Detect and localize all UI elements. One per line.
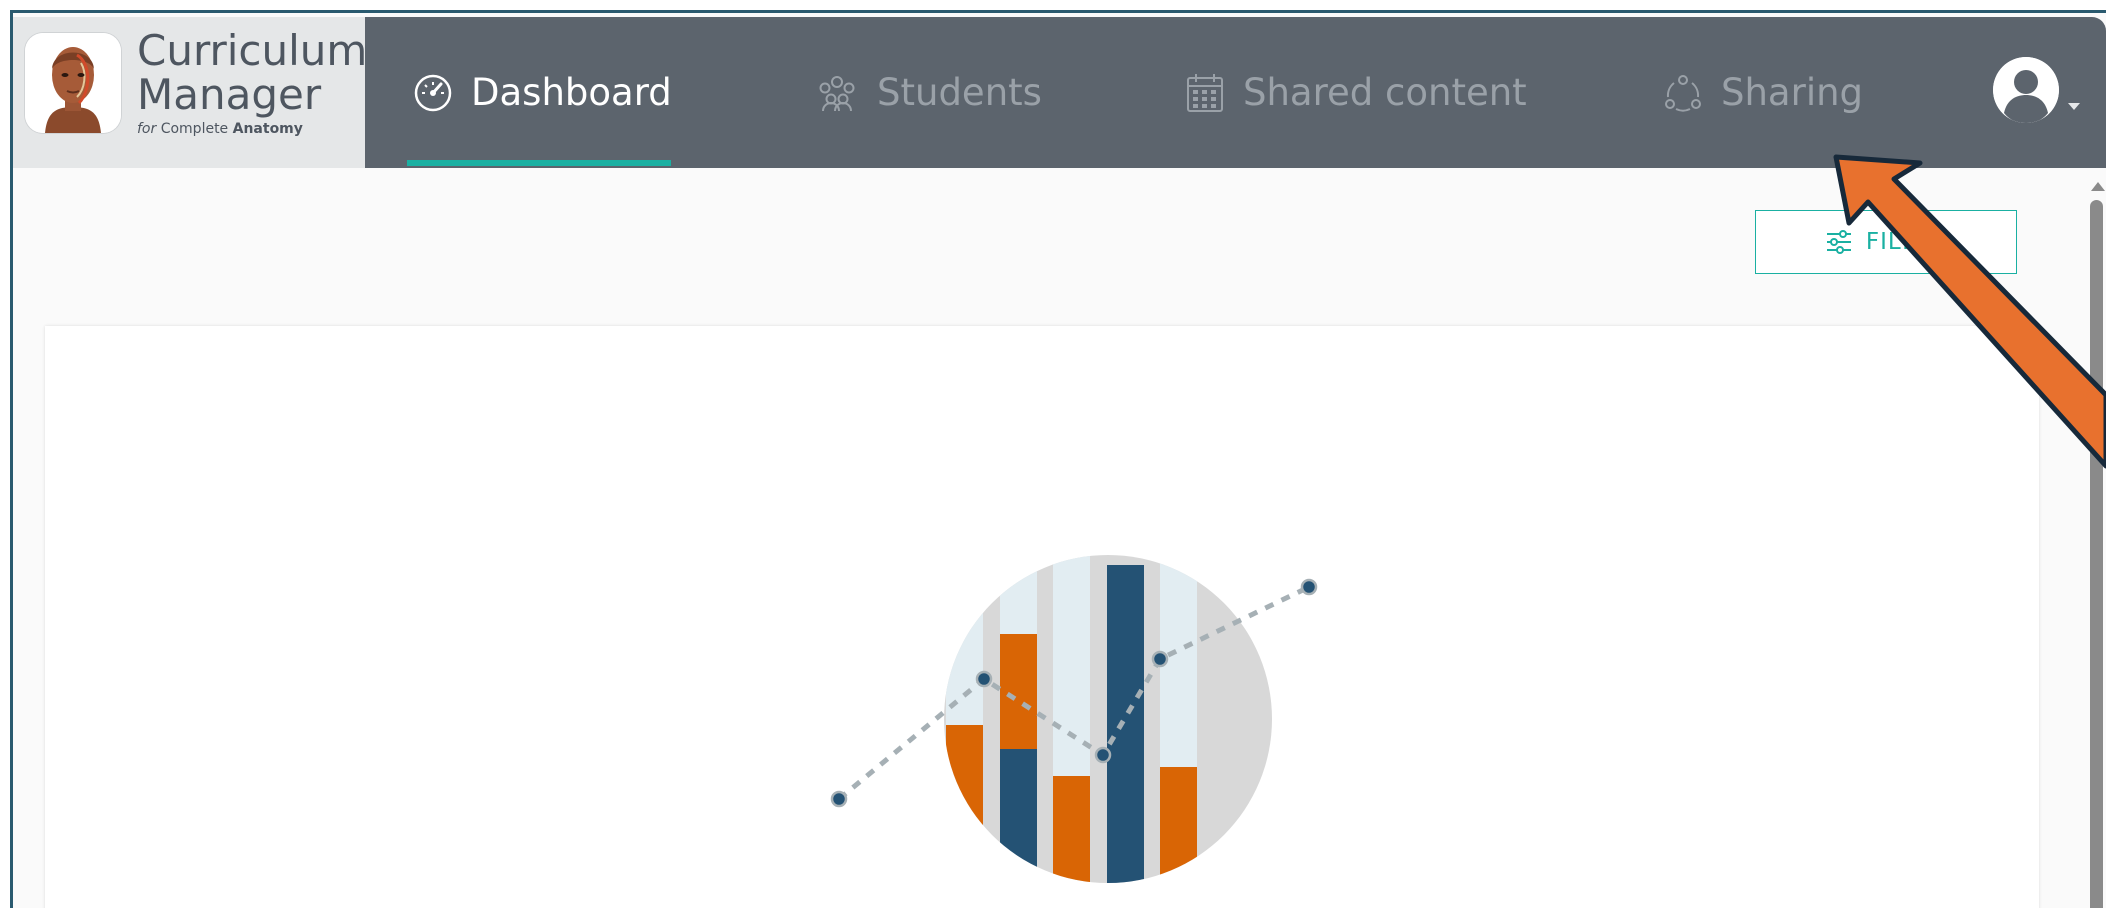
app-title-line-2: Manager: [137, 70, 322, 119]
tab-students[interactable]: Students: [815, 17, 1042, 168]
app-subtitle: for Complete Anatomy: [137, 121, 303, 137]
complete-anatomy-logo-icon: [25, 33, 121, 133]
sliders-icon: [1826, 230, 1851, 254]
tab-dashboard-label: Dashboard: [471, 71, 672, 114]
app-title: Curriculum Manager: [137, 29, 367, 117]
tab-shared-content-label: Shared content: [1243, 71, 1527, 114]
tab-shared-content[interactable]: Shared content: [1185, 17, 1527, 168]
top-navigation-bar: Curriculum Manager for Complete Anatomy …: [13, 17, 2106, 168]
empty-dashboard-chart-illustration: [830, 555, 1318, 883]
share-network-icon: [1665, 74, 1701, 112]
app-window: Curriculum Manager for Complete Anatomy …: [10, 10, 2106, 908]
active-tab-indicator: [407, 160, 671, 166]
calendar-icon: [1187, 73, 1223, 112]
tab-students-label: Students: [877, 71, 1042, 114]
brand-block[interactable]: Curriculum Manager for Complete Anatomy: [13, 17, 367, 168]
filter-button-label: FILTER: [1865, 229, 1947, 255]
subtitle-complete: Complete: [156, 121, 233, 137]
vertical-scrollbar[interactable]: [2086, 168, 2106, 908]
scroll-up-arrow-icon[interactable]: [2091, 182, 2105, 191]
speedometer-icon: [414, 74, 452, 111]
tab-sharing[interactable]: Sharing: [1663, 17, 1863, 168]
scrollbar-thumb[interactable]: [2090, 200, 2103, 908]
subtitle-anatomy: Anatomy: [232, 121, 303, 137]
app-title-line-1: Curriculum: [137, 26, 368, 75]
user-menu-caret-icon[interactable]: [2068, 103, 2080, 110]
tab-sharing-label: Sharing: [1721, 71, 1864, 114]
people-group-icon: [819, 75, 855, 111]
subtitle-for: for: [137, 121, 157, 137]
user-avatar-icon[interactable]: [1993, 57, 2059, 123]
tab-dashboard[interactable]: Dashboard: [413, 17, 672, 168]
filter-button[interactable]: FILTER: [1755, 210, 2017, 274]
